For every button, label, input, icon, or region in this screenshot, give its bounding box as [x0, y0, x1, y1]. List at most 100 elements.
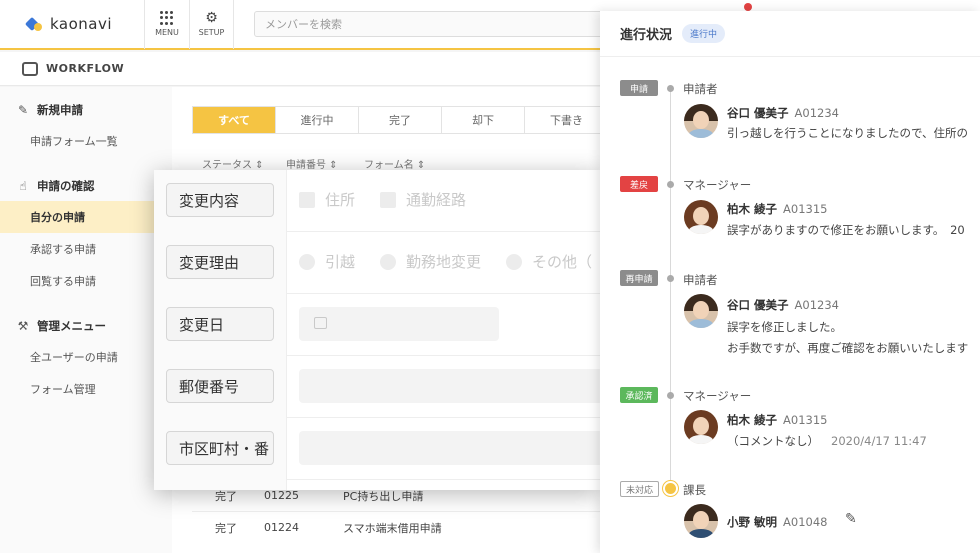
avatar [684, 504, 718, 538]
status-tabs: すべて 進行中 完了 却下 下書き [192, 106, 609, 134]
radio-workplace-change[interactable]: 勤務地変更 [380, 251, 481, 272]
radio-icon [506, 253, 522, 270]
row-status: 完了 [215, 521, 237, 535]
notification-dot [744, 3, 752, 11]
timeline-message: 誤字を修正しました。 [727, 320, 842, 334]
avatar [684, 410, 718, 444]
sidebar-item-circulate-requests[interactable]: 回覧する申請 [0, 265, 172, 297]
timeline-role: マネージャー [683, 178, 752, 192]
radio-other[interactable]: その他（ [506, 251, 592, 272]
timeline-dot [667, 392, 674, 399]
tab-in-progress[interactable]: 進行中 [276, 107, 359, 133]
sidebar-section-title: 管理メニュー [37, 319, 106, 333]
menu-label: MENU [155, 28, 179, 37]
timeline-user: 谷口 優美子 A01234 [727, 298, 839, 312]
radio-move[interactable]: 引越 [299, 251, 355, 272]
timeline-role: 申請者 [683, 82, 718, 96]
tab-draft[interactable]: 下書き [525, 107, 608, 133]
sidebar-item-approve-requests[interactable]: 承認する申請 [0, 233, 172, 265]
form-row-city: 市区町村・番 [154, 418, 600, 480]
timeline-message: 引っ越しを行うことになりましたので、住所の [727, 126, 969, 140]
radio-icon [299, 253, 315, 270]
edit-pencil-icon[interactable]: ✎ [845, 511, 857, 527]
form-label: 市区町村・番 [166, 431, 274, 465]
logo-text: kaonavi [50, 15, 113, 33]
timeline-role: 課長 [683, 483, 706, 497]
timeline-current-dot [663, 481, 678, 496]
form-label: 郵便番号 [166, 369, 274, 403]
timeline-user: 小野 敏明 A01048 [727, 515, 828, 529]
avatar [684, 294, 718, 328]
tab-rejected[interactable]: 却下 [442, 107, 525, 133]
timeline-role: 申請者 [683, 273, 718, 287]
tab-all[interactable]: すべて [193, 107, 276, 133]
sidebar-section-admin: ⚒ 管理メニュー [0, 311, 172, 341]
member-search-input[interactable]: メンバーを検索 [254, 11, 604, 37]
row-form-name: スマホ端末借用申請 [343, 521, 442, 535]
workflow-title: WORKFLOW [46, 62, 125, 75]
menu-button[interactable]: MENU [144, 0, 189, 49]
timeline-line [670, 87, 671, 497]
timeline-message: （コメントなし） 2020/4/17 11:47 [727, 434, 927, 448]
postal-code-input[interactable] [299, 369, 600, 403]
row-number: 01224 [264, 521, 299, 534]
avatar [684, 104, 718, 138]
sidebar-section-new-request: ✎ 新規申請 [0, 95, 172, 125]
table-row[interactable]: 完了 01224 スマホ端末借用申請 [192, 511, 612, 543]
timeline-user: 柏木 綾子 A01315 [727, 413, 828, 427]
progress-panel: 進行状況 進行中 申請 申請者 谷口 優美子 A01234 引っ越しを行うことにな… [600, 11, 980, 553]
tab-completed[interactable]: 完了 [359, 107, 442, 133]
sidebar-section-title: 申請の確認 [37, 179, 95, 193]
setup-label: SETUP [198, 28, 225, 37]
form-label: 変更理由 [166, 245, 274, 279]
logo[interactable]: kaonavi [24, 15, 144, 33]
timeline-message: 誤字がありますので修正をお願いします。 20 [727, 223, 965, 237]
form-row-change-date: 変更日 [154, 294, 600, 356]
timeline-tag: 承認済 [620, 387, 658, 403]
pencil-note-icon: ✎ [17, 103, 29, 117]
timeline-tag: 申請 [620, 80, 658, 96]
setup-button[interactable]: ⚙ SETUP [189, 0, 234, 49]
avatar [684, 200, 718, 234]
form-row-next [154, 480, 600, 490]
sidebar-item-form-management[interactable]: フォーム管理 [0, 373, 172, 405]
request-form-preview: 変更内容 住所 通勤経路 変更理由 引越 勤務地変更 その他（ 変更日 郵便番号… [154, 170, 600, 490]
form-row-change-reason: 変更理由 引越 勤務地変更 その他（ [154, 232, 600, 294]
progress-panel-header: 進行状況 進行中 [600, 11, 980, 57]
gear-icon: ⚙ [205, 10, 218, 26]
form-row-change-content: 変更内容 住所 通勤経路 [154, 170, 600, 232]
hand-icon: ☝ [19, 179, 27, 193]
form-label: 変更日 [166, 307, 274, 341]
date-input[interactable] [299, 307, 499, 341]
timeline-message: お手数ですが、再度ご確認をお願いいたします [727, 341, 969, 355]
status-badge: 進行中 [682, 24, 726, 43]
sidebar-item-form-list[interactable]: 申請フォーム一覧 [0, 125, 172, 157]
sidebar-item-my-requests[interactable]: 自分の申請 [0, 201, 172, 233]
column-status[interactable]: ステータス ⇕ [202, 156, 286, 171]
timeline-user: 柏木 綾子 A01315 [727, 202, 828, 216]
timeline-tag: 未対応 [620, 481, 660, 497]
sidebar-item-all-user-requests[interactable]: 全ユーザーの申請 [0, 341, 172, 373]
workflow-bar: WORKFLOW [0, 52, 620, 86]
timeline-role: マネージャー [683, 389, 752, 403]
calendar-icon [314, 317, 327, 329]
progress-title: 進行状況 [620, 28, 673, 43]
column-number[interactable]: 申請番号 ⇕ [286, 156, 364, 171]
logo-mark-icon [24, 15, 44, 33]
sidebar: ✎ 新規申請 申請フォーム一覧 ☝ 申請の確認 自分の申請 承認する申請 回覧す… [0, 87, 172, 553]
timeline-tag: 差戻 [620, 176, 658, 192]
timeline-dot [667, 275, 674, 282]
checkbox-address[interactable]: 住所 [299, 189, 355, 210]
timeline-dot [667, 181, 674, 188]
checkbox-icon [299, 191, 315, 208]
form-label: 変更内容 [166, 183, 274, 217]
checkbox-icon [380, 191, 396, 208]
city-input[interactable] [299, 431, 600, 465]
checkbox-commute-route[interactable]: 通勤経路 [380, 189, 466, 210]
sidebar-section-title: 新規申請 [37, 103, 83, 117]
table-header: ステータス ⇕ 申請番号 ⇕ フォーム名 ⇕ [202, 156, 425, 171]
form-row-postal-code: 郵便番号 [154, 356, 600, 418]
column-form-name[interactable]: フォーム名 ⇕ [364, 156, 425, 171]
radio-icon [380, 253, 396, 270]
timeline-tag: 再申請 [620, 270, 658, 286]
